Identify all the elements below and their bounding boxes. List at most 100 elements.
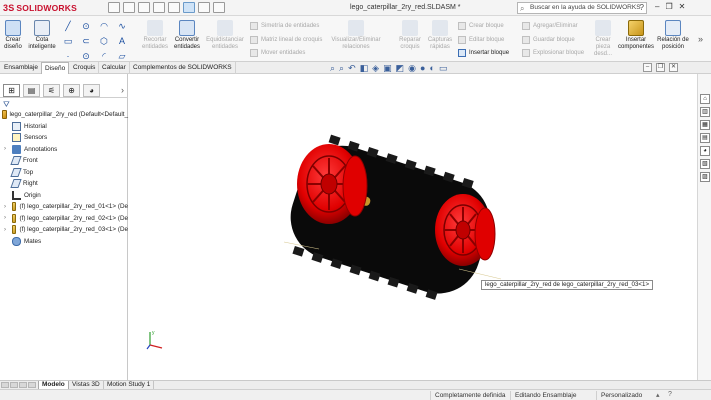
polygon-icon[interactable]: ⬡ [96, 34, 112, 48]
zoom-area-icon[interactable]: ⌕ [339, 63, 344, 73]
help-search-input[interactable]: ⌕ Buscar en la ayuda de SOLIDWORKS ? [517, 2, 647, 14]
tree-root[interactable]: lego_caterpillar_2ry_red (Default<Defaul… [0, 109, 128, 121]
ribbon-expand-icon[interactable]: » [698, 34, 703, 44]
edit-appearance-icon[interactable]: ● [420, 63, 425, 73]
dynamic-annotation-icon[interactable]: ◈ [372, 63, 379, 73]
tab-sketch[interactable]: Croquis [70, 62, 100, 74]
file-explorer-icon[interactable]: ▤ [700, 133, 710, 143]
point-icon[interactable]: · [60, 49, 76, 63]
panel-arrow-icon[interactable]: › [121, 85, 124, 95]
create-part-from-block-button[interactable]: Crear pieza desd... [590, 20, 616, 58]
units-arrow-icon[interactable]: ▴ [656, 391, 660, 399]
position-relation-button[interactable]: Relación de posición [656, 20, 690, 51]
doc-restore-icon[interactable]: ❐ [656, 63, 665, 72]
last-tab-icon[interactable] [28, 382, 36, 388]
open-icon[interactable] [123, 2, 135, 13]
previous-view-icon[interactable]: ↶ [348, 63, 356, 73]
question-icon[interactable]: ? [640, 3, 644, 13]
slot-icon[interactable]: ⊂ [78, 34, 94, 48]
tree-item-sensors[interactable]: Sensors [0, 132, 128, 144]
restore-icon[interactable]: ❐ [665, 2, 672, 11]
select-icon[interactable] [183, 2, 195, 13]
centerline-icon[interactable]: ⊙ [78, 49, 94, 63]
help-icon[interactable]: ? [668, 391, 672, 398]
config-manager-tab-icon[interactable]: ⚟ [43, 83, 60, 97]
model-viewport[interactable] [129, 74, 697, 380]
graphics-area[interactable]: lego_caterpillar_2ry_red de lego_caterpi… [129, 74, 697, 380]
forum-icon[interactable]: ▨ [700, 172, 710, 182]
property-manager-tab-icon[interactable]: ▤ [23, 83, 40, 97]
fillet-icon[interactable]: ◜ [96, 49, 112, 63]
display-manager-tab-icon[interactable]: ◕ [83, 83, 100, 97]
mirror-entities-button[interactable]: Simetría de entidades [250, 22, 319, 30]
explode-block-button[interactable]: Explosionar bloque [522, 49, 584, 57]
tree-item-history[interactable]: Historial [0, 121, 128, 133]
doc-minimize-icon[interactable]: – [643, 63, 652, 72]
circle-icon[interactable]: ⊙ [78, 19, 94, 33]
doc-close-icon[interactable]: ✕ [669, 63, 678, 72]
expand-arrow-icon[interactable]: › [4, 215, 6, 221]
custom-properties-icon[interactable]: ▧ [700, 159, 710, 169]
status-units[interactable]: Personalizado [596, 391, 646, 400]
tab-design[interactable]: Diseño [41, 62, 70, 74]
save-icon[interactable] [138, 2, 150, 13]
undo-icon[interactable] [168, 2, 180, 13]
arc-icon[interactable]: ◠ [96, 19, 112, 33]
display-relations-button[interactable]: Visualizar/Eliminar relaciones [330, 20, 382, 51]
linear-pattern-button[interactable]: Matriz lineal de croquis [250, 36, 322, 44]
tree-item-right[interactable]: Right [0, 178, 128, 190]
expand-arrow-icon[interactable]: › [4, 227, 6, 233]
options-gear-icon[interactable] [213, 2, 225, 13]
quick-snaps-button[interactable]: Capturas rápidas [426, 20, 454, 51]
tree-item-part-03[interactable]: › (f) lego_caterpillar_2ry_red_03<1> (De [0, 224, 128, 236]
scene-icon[interactable]: ◐ [429, 63, 434, 73]
trim-entities-button[interactable]: Recortar entidades [140, 20, 170, 51]
expand-arrow-icon[interactable]: › [4, 146, 6, 152]
resources-icon[interactable]: ▥ [700, 107, 710, 117]
tab-evaluate[interactable]: Calcular [99, 62, 130, 74]
minimize-icon[interactable]: – [655, 2, 659, 11]
create-block-button[interactable]: Crear bloque [458, 22, 504, 30]
tree-item-origin[interactable]: Origin [0, 190, 128, 202]
repair-sketch-button[interactable]: Reparar croquis [394, 20, 426, 51]
prev-tab-icon[interactable] [10, 382, 18, 388]
new-doc-icon[interactable] [108, 2, 120, 13]
next-tab-icon[interactable] [19, 382, 27, 388]
smart-dimension-button[interactable]: Cota inteligente [26, 20, 58, 51]
insert-components-button[interactable]: Insertar componentes [617, 20, 655, 51]
plane-icon[interactable]: ▱ [114, 49, 130, 63]
tree-item-top[interactable]: Top [0, 167, 128, 179]
zoom-fit-icon[interactable]: ⌕ [330, 63, 335, 73]
tree-item-part-02[interactable]: › (f) lego_caterpillar_2ry_red_02<1> (De [0, 213, 128, 225]
wheel-left[interactable] [297, 144, 368, 224]
first-tab-icon[interactable] [1, 382, 9, 388]
tree-item-front[interactable]: Front [0, 155, 128, 167]
line-icon[interactable]: ╱ [60, 19, 76, 33]
section-view-icon[interactable]: ◧ [360, 63, 369, 73]
create-drawing-button[interactable]: Crear diseño [2, 20, 24, 51]
move-entities-button[interactable]: Mover entidades [250, 49, 305, 57]
spline-icon[interactable]: ∿ [114, 19, 130, 33]
tree-item-annotations[interactable]: › Annotations [0, 144, 128, 156]
text-icon[interactable]: A [114, 34, 130, 48]
solidworks-logo[interactable]: 3S SOLIDWORKS [3, 2, 77, 14]
home-icon[interactable]: ⌂ [700, 94, 710, 104]
insert-block-button[interactable]: Insertar bloque [458, 49, 509, 57]
view-settings-icon[interactable]: ▭ [439, 63, 448, 73]
save-block-button[interactable]: Guardar bloque [522, 36, 575, 44]
display-style-icon[interactable]: ◩ [396, 63, 405, 73]
offset-entities-button[interactable]: Equidistanciar entidades [204, 20, 246, 51]
rebuild-icon[interactable] [198, 2, 210, 13]
rectangle-icon[interactable]: ▭ [60, 34, 76, 48]
convert-entities-button[interactable]: Convertir entidades [172, 20, 202, 51]
tab-assembly[interactable]: Ensamblaje [1, 62, 42, 74]
tree-item-mates[interactable]: Mates [0, 236, 128, 248]
expand-arrow-icon[interactable]: › [4, 204, 6, 210]
print-icon[interactable] [153, 2, 165, 13]
close-icon[interactable]: ✕ [679, 2, 686, 11]
edit-block-button[interactable]: Editar bloque [458, 36, 504, 44]
design-library-icon[interactable]: ▦ [700, 120, 710, 130]
feature-tree-tab-icon[interactable]: ⊞ [3, 83, 20, 97]
dimxpert-tab-icon[interactable]: ⊕ [63, 83, 80, 97]
add-remove-button[interactable]: Agregar/Eliminar [522, 22, 578, 30]
